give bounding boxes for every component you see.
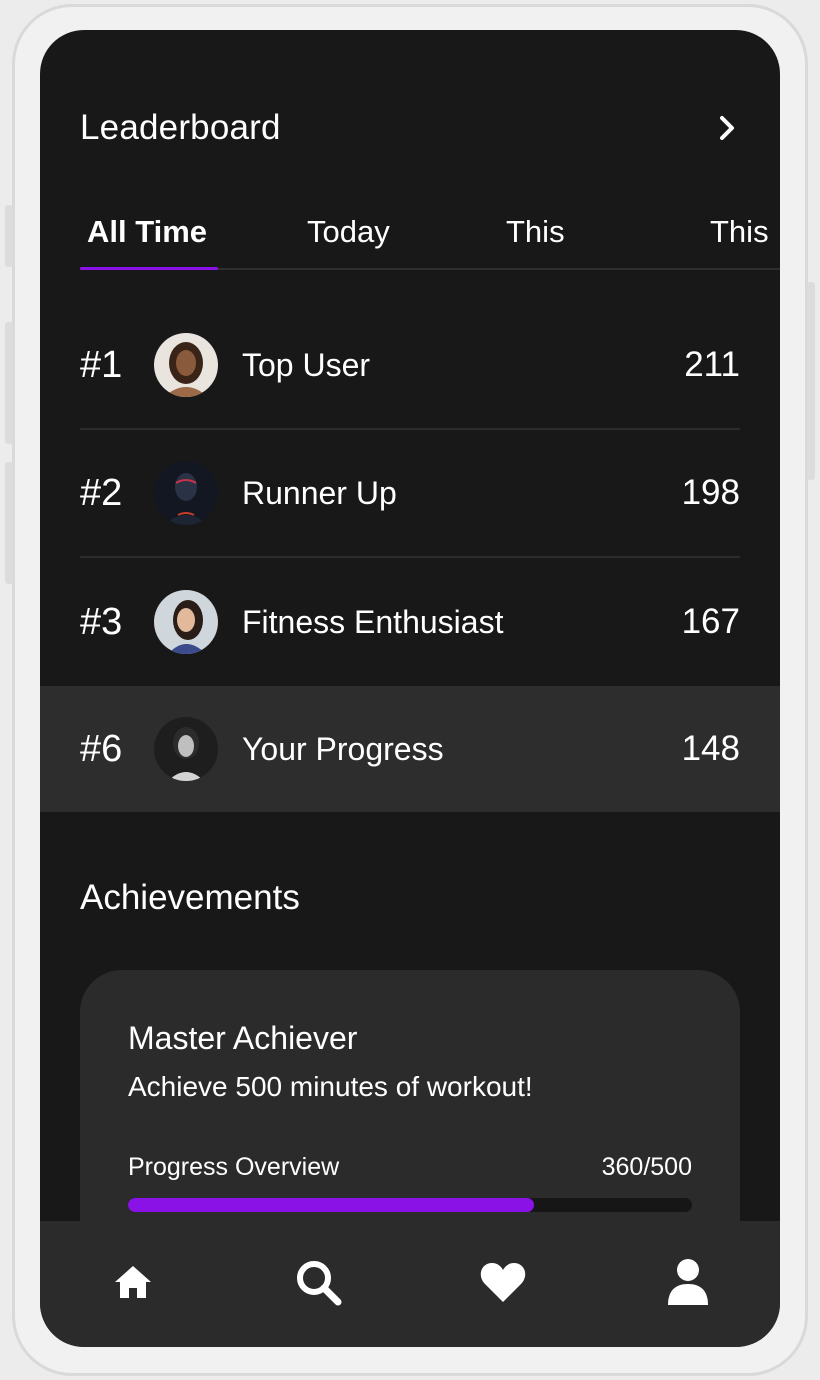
progress-value: 360/500 bbox=[601, 1153, 692, 1181]
user-name: Your Progress bbox=[242, 730, 444, 767]
nav-favorites[interactable] bbox=[410, 1221, 595, 1347]
tab-all-time[interactable]: All Time bbox=[87, 214, 207, 270]
nav-home[interactable] bbox=[40, 1221, 225, 1347]
progress-header: Progress Overview 360/500 bbox=[128, 1153, 692, 1182]
rank-label: #1 bbox=[80, 343, 123, 386]
avatar bbox=[154, 333, 218, 397]
chevron-right-icon[interactable] bbox=[714, 115, 740, 141]
nav-profile[interactable] bbox=[595, 1221, 780, 1347]
tab-label: Today bbox=[307, 214, 390, 249]
phone-volume-up-button bbox=[5, 322, 13, 444]
phone-volume-down-button bbox=[5, 462, 13, 584]
user-name: Runner Up bbox=[242, 474, 397, 511]
achievements-title: Achievements bbox=[80, 878, 300, 917]
rank-label: #6 bbox=[80, 727, 123, 770]
nav-search[interactable] bbox=[225, 1221, 410, 1347]
avatar bbox=[154, 461, 218, 525]
achievement-title: Master Achiever bbox=[128, 1020, 358, 1056]
leaderboard-row[interactable]: #2 Runner Up 198 bbox=[80, 430, 740, 558]
tab-today[interactable]: Today bbox=[307, 214, 390, 270]
leaderboard-header[interactable]: Leaderboard bbox=[80, 108, 740, 148]
leaderboard-row[interactable]: #3 Fitness Enthusiast 167 bbox=[80, 558, 740, 686]
avatar bbox=[154, 717, 218, 781]
progress-bar bbox=[128, 1198, 692, 1212]
active-tab-indicator bbox=[80, 267, 218, 270]
home-icon bbox=[113, 1264, 153, 1305]
phone-power-button bbox=[807, 282, 815, 480]
user-score: 211 bbox=[684, 345, 740, 384]
tab-this-week[interactable]: This bbox=[506, 214, 565, 270]
bottom-nav bbox=[40, 1221, 780, 1347]
rank-label: #3 bbox=[80, 600, 123, 643]
tab-label: This bbox=[710, 214, 769, 249]
user-score: 198 bbox=[681, 473, 740, 512]
leaderboard-tabs: All Time Today This This bbox=[80, 214, 780, 270]
user-name: Top User bbox=[242, 346, 371, 383]
achievement-description: Achieve 500 minutes of workout! bbox=[128, 1071, 533, 1102]
heart-icon bbox=[479, 1260, 527, 1309]
search-icon bbox=[294, 1258, 342, 1311]
tab-this-month[interactable]: This bbox=[710, 214, 769, 270]
tab-label: This bbox=[506, 214, 565, 249]
user-score: 167 bbox=[681, 602, 740, 641]
leaderboard-title: Leaderboard bbox=[80, 108, 281, 147]
progress-bar-fill bbox=[128, 1198, 535, 1212]
tab-label: All Time bbox=[87, 214, 208, 249]
phone-side-button bbox=[5, 205, 13, 267]
user-name: Fitness Enthusiast bbox=[242, 603, 504, 640]
profile-icon bbox=[666, 1258, 710, 1311]
rank-label: #2 bbox=[80, 471, 123, 514]
avatar bbox=[154, 590, 218, 654]
leaderboard-row[interactable]: #1 Top User 211 bbox=[80, 302, 740, 430]
current-user-row[interactable]: #6 Your Progress 148 bbox=[40, 686, 780, 812]
progress-label: Progress Overview bbox=[128, 1153, 340, 1181]
user-score: 148 bbox=[681, 729, 740, 768]
app-screen: Leaderboard All Time Today This This #1 bbox=[40, 30, 780, 1347]
